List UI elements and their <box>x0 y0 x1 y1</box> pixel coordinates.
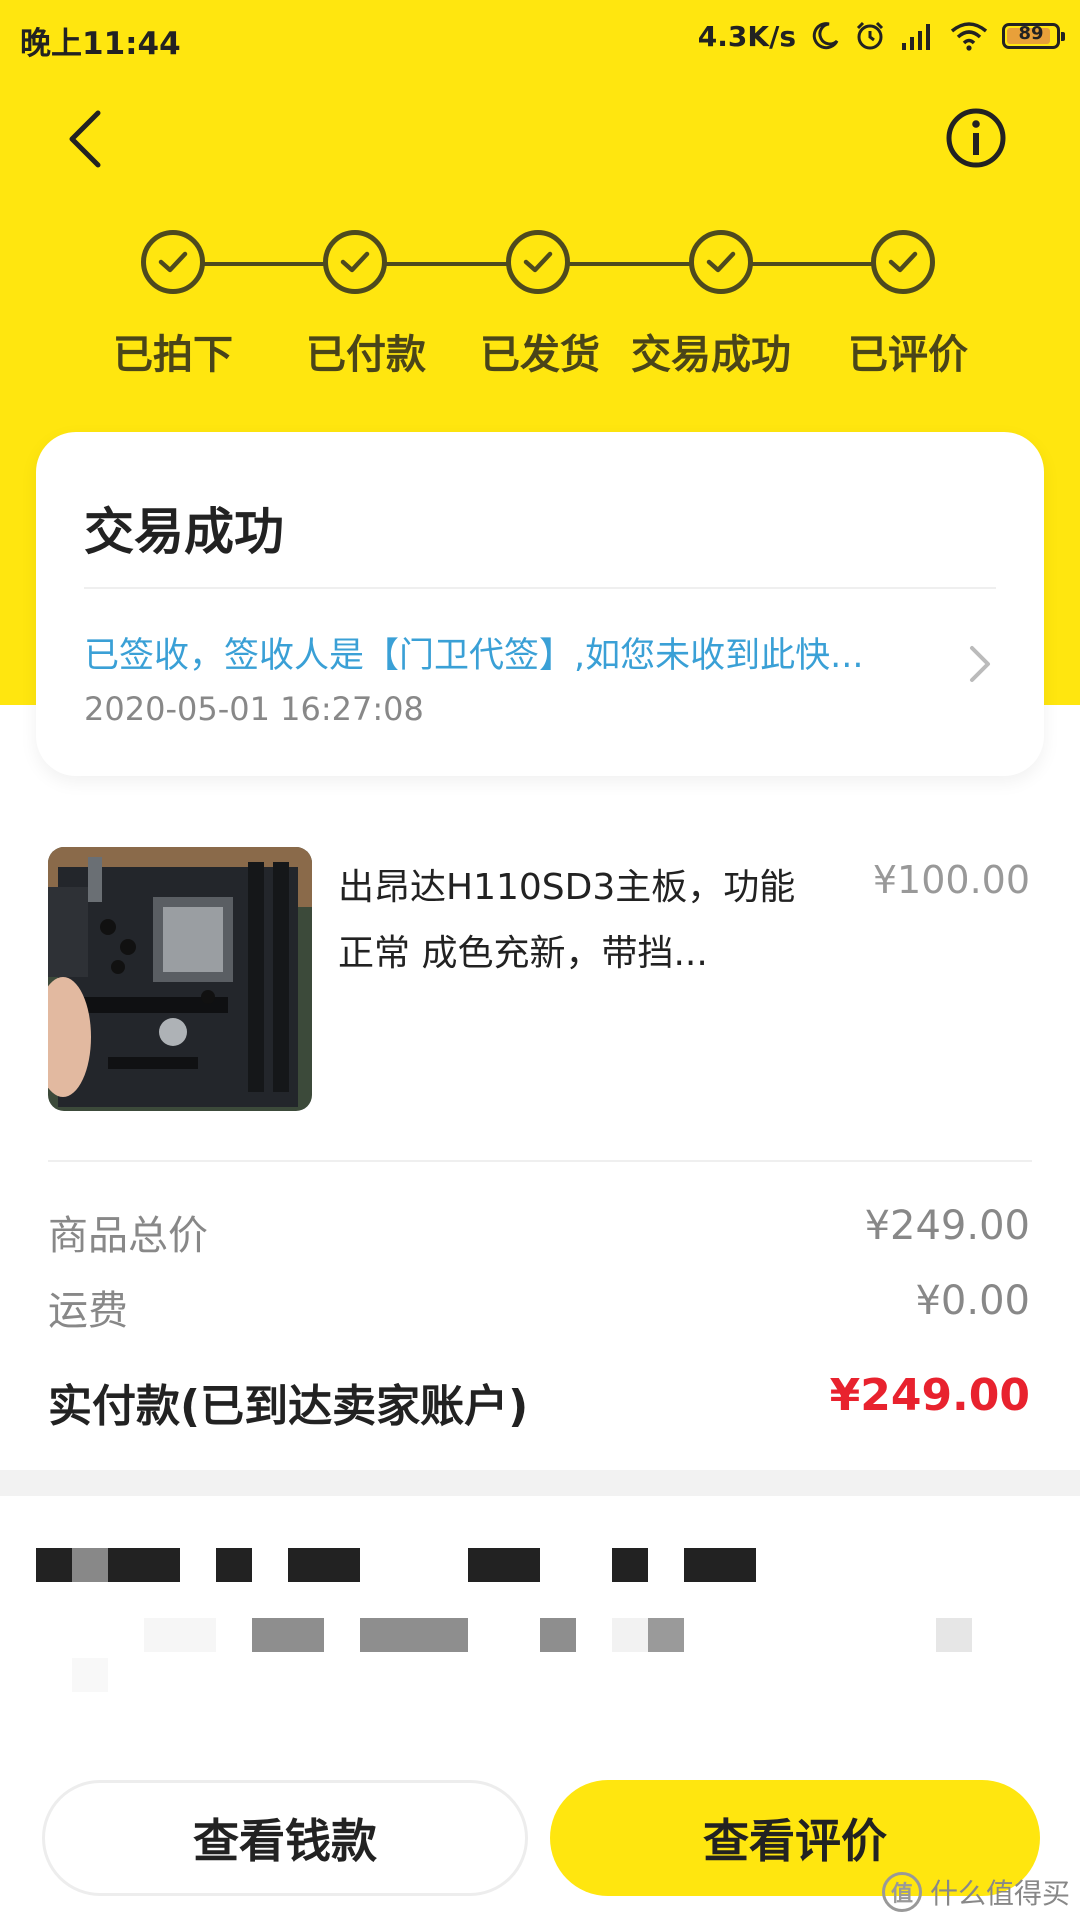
watermark: 值 什么值得买 <box>881 1872 1070 1912</box>
card-divider <box>84 587 996 589</box>
info-icon <box>946 108 1006 168</box>
signal-icon <box>900 21 936 51</box>
shipping-row: 运费 ¥0.00 <box>48 1278 1030 1338</box>
redacted-info-section <box>0 1496 1080 1756</box>
paid-amount-value: ¥249.00 <box>829 1370 1030 1421</box>
logistics-message-link[interactable]: 已签收，签收人是【门卫代签】,如您未收到此快... <box>84 627 944 678</box>
step-2-check-icon <box>323 230 387 294</box>
step-3-check-icon <box>506 230 570 294</box>
status-icons: 4.3K/s 89 <box>697 14 1065 58</box>
product-title[interactable]: 出昂达H110SD3主板，功能正常 成色充新，带挡... <box>338 855 828 987</box>
battery-percent: 89 <box>1018 23 1044 44</box>
status-time: 晚上11:44 <box>20 26 181 62</box>
step-label-success: 交易成功 <box>631 332 791 378</box>
watermark-text: 什么值得买 <box>929 1877 1070 1910</box>
section-divider <box>48 1160 1032 1162</box>
goods-total-value: ¥249.00 <box>864 1203 1030 1249</box>
network-speed: 4.3K/s <box>697 19 796 53</box>
chevron-right-icon[interactable] <box>966 642 994 690</box>
shipping-label: 运费 <box>48 1288 128 1334</box>
paid-amount-row: 实付款(已到达卖家账户) ¥249.00 <box>48 1370 1030 1432</box>
view-funds-button[interactable]: 查看钱款 <box>42 1780 528 1896</box>
alarm-icon <box>854 20 886 52</box>
step-4-check-icon <box>689 230 753 294</box>
step-5-check-icon <box>871 230 935 294</box>
goods-total-row: 商品总价 ¥249.00 <box>48 1203 1030 1263</box>
wifi-icon <box>950 21 988 51</box>
step-label-reviewed: 已评价 <box>848 332 968 378</box>
step-label-paid: 已付款 <box>306 332 426 378</box>
status-bar: 晚上11:44 4.3K/s 89 <box>0 0 1080 72</box>
goods-total-label: 商品总价 <box>48 1213 208 1259</box>
moon-icon <box>810 21 840 51</box>
back-button[interactable] <box>60 105 120 175</box>
paid-amount-label: 实付款(已到达卖家账户) <box>48 1381 529 1432</box>
step-1-check-icon <box>141 230 205 294</box>
product-image[interactable] <box>48 847 312 1111</box>
step-label-shipped: 已发货 <box>480 332 600 378</box>
battery-icon: 89 <box>1002 23 1065 49</box>
section-gap <box>0 1470 1080 1496</box>
logistics-time: 2020-05-01 16:27:08 <box>84 690 424 728</box>
shipping-value: ¥0.00 <box>915 1278 1030 1324</box>
info-button[interactable] <box>945 107 1007 169</box>
watermark-badge-icon: 值 <box>881 1872 922 1912</box>
step-label-taken: 已拍下 <box>113 332 233 378</box>
order-status-card: 交易成功 已签收，签收人是【门卫代签】,如您未收到此快... 2020-05-0… <box>36 432 1044 776</box>
product-unit-price: ¥100.00 <box>872 858 1030 902</box>
back-arrow-icon <box>69 110 101 168</box>
order-status-title: 交易成功 <box>84 503 284 561</box>
order-progress: 已拍下 已付款 已发货 交易成功 已评价 <box>0 230 1080 380</box>
